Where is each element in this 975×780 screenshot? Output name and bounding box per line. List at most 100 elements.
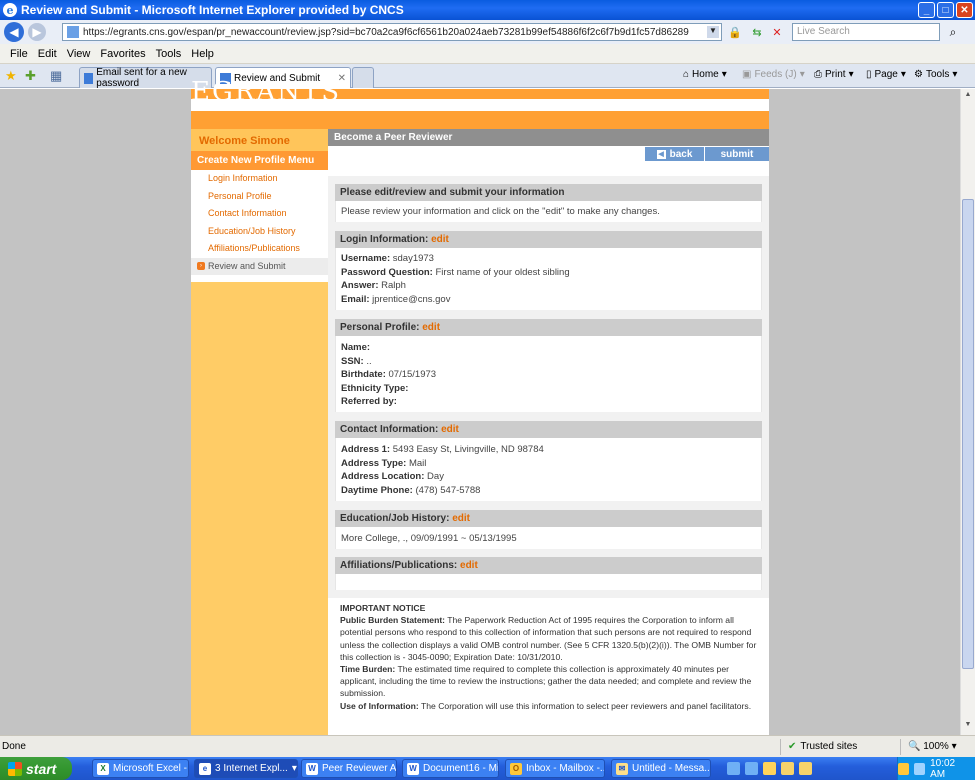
refresh-icon[interactable]: ⇆ [748,23,766,41]
feeds-button[interactable]: ▣ Feeds (J) ▾ [742,69,805,80]
quick-tabs-icon[interactable]: ▦ [50,68,62,84]
zoom-value: 100% [923,741,949,752]
security-zone[interactable]: ✔ Trusted sites [788,741,857,752]
tray-outlook-icon[interactable] [898,762,910,775]
nav-affiliations-publications[interactable]: Affiliations/Publications [191,240,328,258]
nav-contact-information[interactable]: Contact Information [191,205,328,223]
quicklaunch-ie-icon[interactable] [727,762,740,775]
minimize-button[interactable]: _ [918,2,935,18]
feeds-label: Feeds (J) [754,69,797,80]
taskbar: start X Microsoft Excel - ... e 3 Internet… [0,757,975,780]
answer-value: Ralph [381,280,406,292]
tray-network-icon[interactable] [914,762,926,775]
quicklaunch-folder-icon[interactable] [781,762,794,775]
add-favorites-icon[interactable]: ✚ [25,68,36,84]
taskbar-untitled-message[interactable]: ✉ Untitled - Messa... [611,759,711,778]
page-favicon-icon [67,26,79,38]
stop-icon[interactable]: ✕ [768,23,786,41]
section-title: Education/Job History: [340,513,450,524]
page-menu-button[interactable]: ▯ Page ▾ [866,69,906,80]
menu-favorites[interactable]: Favorites [100,48,145,60]
menu-help[interactable]: Help [191,48,214,60]
status-divider [900,739,901,755]
taskbar-word-document16[interactable]: W Document16 - Mi... [402,759,499,778]
nav-education-job-history[interactable]: Education/Job History [191,223,328,241]
field-label: Answer: [341,280,379,292]
taskbar-internet-explorer[interactable]: e3 Internet Expl... ▾ [194,759,298,778]
submit-button[interactable]: submit [705,147,769,161]
status-text: Done [2,741,26,752]
tools-menu-button[interactable]: ⚙ Tools ▾ [914,69,957,80]
zoom-level[interactable]: 🔍 100% ▾ [908,741,957,752]
feeds-icon: ▣ [742,69,752,80]
edit-affiliations-link[interactable]: edit [460,560,478,571]
zone-label: Trusted sites [800,741,858,752]
menu-tools[interactable]: Tools [156,48,182,60]
notice-title: IMPORTANT NOTICE [340,603,426,613]
field-label: SSN: [341,355,364,367]
taskbar-excel[interactable]: X Microsoft Excel - ... [92,759,189,778]
section-title: Contact Information: [340,424,439,435]
birthdate-value: 07/15/1973 [388,369,437,381]
scroll-down-icon[interactable]: ▼ [962,721,974,733]
field-label: Ethnicity Type: [341,382,409,394]
ssn-value: .. [366,355,372,367]
nav-review-and-submit[interactable]: › Review and Submit [191,257,328,275]
menu-view[interactable]: View [67,48,91,60]
print-button[interactable]: ⎙ Print ▾ [814,69,854,80]
welcome-text: Welcome Simone [191,129,328,151]
favorites-star-icon[interactable]: ★ [5,68,17,84]
address-dropdown-icon[interactable]: ▼ [707,26,719,38]
taskbar-word-peer-reviewer[interactable]: W Peer Reviewer A... [301,759,397,778]
back-arrow-icon: ◀ [656,149,666,159]
task-label: Inbox - Mailbox -... [526,763,605,774]
window-title-bar: e Review and Submit - Microsoft Internet… [0,0,975,20]
word-icon: W [306,762,318,775]
envelope-icon: ✉ [616,762,628,775]
personal-section-body: Name: SSN: .. Birthdate: 07/15/1973 Ethn… [335,336,762,412]
start-button[interactable]: start [0,757,72,780]
edit-education-link[interactable]: edit [452,513,470,524]
new-tab-button[interactable] [352,67,374,88]
page-label: Page [874,69,898,80]
scroll-up-icon[interactable]: ▲ [962,91,974,103]
scroll-thumb[interactable] [962,199,974,669]
checkmark-icon: ✔ [788,741,797,752]
edit-personal-link[interactable]: edit [422,322,440,333]
print-label: Print [825,69,846,80]
vertical-scrollbar[interactable]: ▲ ▼ [960,89,975,735]
nav-personal-profile[interactable]: Personal Profile [191,188,328,206]
task-label: Untitled - Messa... [632,763,711,774]
lock-icon[interactable]: 🔒 [726,23,744,41]
back-button[interactable]: ◀ back [645,147,704,161]
forward-nav-button[interactable]: ▶ [28,23,46,41]
address-type-value: Mail [408,457,427,469]
back-nav-button[interactable]: ◀ [4,22,24,42]
printer-icon: ⎙ [814,69,822,80]
address-bar[interactable]: https://egrants.cns.gov/espan/pr_newacco… [62,23,722,41]
status-bar: Done ✔ Trusted sites 🔍 100% ▾ [0,735,975,757]
field-label: Password Question: [341,266,433,278]
ie-logo-icon: e [3,3,17,17]
home-icon: ⌂ [683,69,690,80]
edit-contact-link[interactable]: edit [441,424,459,435]
menu-edit[interactable]: Edit [38,48,57,60]
edit-login-link[interactable]: edit [431,234,449,245]
nav-login-information[interactable]: Login Information [191,170,328,188]
education-section-header: Education/Job History: edit [335,510,762,527]
password-question-value: First name of your oldest sibling [435,266,570,278]
maximize-button[interactable]: □ [937,2,954,18]
quicklaunch-outlook-icon[interactable] [763,762,776,775]
task-label: Document16 - Mi... [423,763,499,774]
search-icon[interactable]: ⌕ [944,23,962,41]
field-label: Address Location: [341,471,425,483]
quicklaunch-folder2-icon[interactable] [799,762,812,775]
start-label: start [26,760,57,777]
menu-file[interactable]: File [10,48,28,60]
quicklaunch-ie2-icon[interactable] [745,762,758,775]
login-section-body: Username: sday1973 Password Question: Fi… [335,248,762,310]
live-search-input[interactable]: Live Search [792,23,940,41]
close-window-button[interactable]: ✕ [956,2,973,18]
taskbar-outlook-inbox[interactable]: O Inbox - Mailbox -... [505,759,605,778]
home-button[interactable]: ⌂ Home ▾ [683,69,727,80]
